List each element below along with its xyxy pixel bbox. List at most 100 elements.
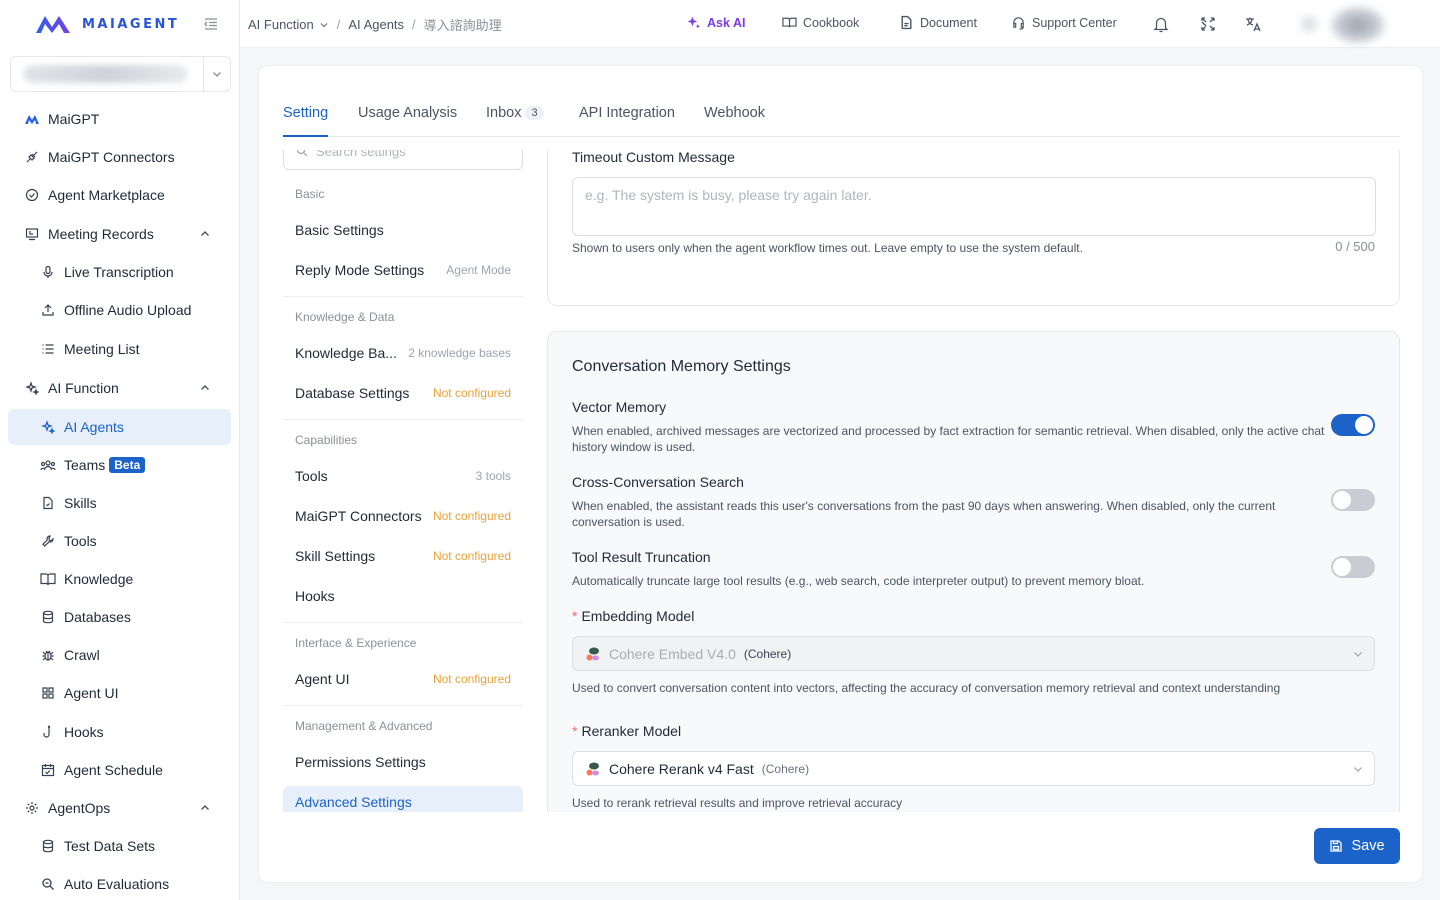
- chevron-up-icon[interactable]: [199, 382, 211, 394]
- sparkle-icon: [687, 16, 700, 29]
- sidebar-item-label: Crawl: [64, 647, 100, 663]
- timeout-message-textarea[interactable]: e.g. The system is busy, please try agai…: [572, 177, 1376, 236]
- settings-item-reply-mode[interactable]: Reply Mode Settings Agent Mode: [283, 254, 523, 286]
- sidebar-item-label: Meeting Records: [48, 226, 154, 242]
- avatar[interactable]: [1330, 6, 1386, 44]
- sidebar-item-label: Agent Marketplace: [48, 187, 165, 203]
- sidebar-item-teams[interactable]: Teams Beta: [8, 447, 231, 483]
- chevron-down-icon: [1354, 767, 1362, 772]
- chevron-up-icon[interactable]: [199, 228, 211, 240]
- reranker-model-select[interactable]: Cohere Rerank v4 Fast (Cohere): [572, 751, 1375, 786]
- sidebar-item-databases[interactable]: Databases: [8, 599, 231, 635]
- sidebar-item-label: AI Agents: [64, 419, 124, 435]
- tool-truncation-desc: Automatically truncate large tool result…: [572, 574, 1145, 588]
- settings-item-basic-settings[interactable]: Basic Settings: [283, 214, 523, 246]
- sidebar-item-maigpt[interactable]: MaiGPT: [8, 101, 231, 137]
- organization-select[interactable]: [10, 56, 231, 92]
- sidebar-item-crawl[interactable]: Crawl: [8, 637, 231, 673]
- search-placeholder: Search settings: [316, 150, 406, 159]
- chevron-up-icon[interactable]: [199, 802, 211, 814]
- item-meta: Not configured: [432, 672, 511, 686]
- required-mark: *: [572, 723, 578, 739]
- sidebar-item-offline-audio-upload[interactable]: Offline Audio Upload: [8, 292, 231, 328]
- agentops-icon: [24, 800, 40, 816]
- item-label: Reply Mode Settings: [295, 262, 425, 278]
- vector-memory-toggle[interactable]: [1331, 414, 1375, 436]
- save-button[interactable]: Save: [1314, 828, 1400, 864]
- support-center-link[interactable]: Support Center: [1011, 15, 1117, 30]
- collapse-sidebar-icon[interactable]: [203, 16, 219, 32]
- sidebar-item-label: Teams: [64, 457, 106, 473]
- sidebar-item-test-data-sets[interactable]: Test Data Sets: [8, 828, 231, 864]
- chevron-down-icon[interactable]: [203, 57, 230, 91]
- cross-conversation-toggle[interactable]: [1331, 489, 1375, 511]
- sidebar-item-tools[interactable]: Tools: [8, 523, 231, 559]
- breadcrumb-item[interactable]: AI Agents: [348, 17, 404, 32]
- sidebar-item-skills[interactable]: Skills: [8, 485, 231, 521]
- bell-icon[interactable]: [1152, 15, 1170, 33]
- tool-truncation-toggle[interactable]: [1331, 556, 1375, 578]
- sidebar-item-meeting-list[interactable]: Meeting List: [8, 331, 231, 367]
- group-capabilities: Capabilities: [295, 433, 358, 447]
- settings-content: Timeout Custom Message e.g. The system i…: [547, 150, 1400, 812]
- sidebar-item-knowledge[interactable]: Knowledge: [8, 561, 231, 597]
- breadcrumb-separator: /: [412, 17, 416, 32]
- wrench-icon: [40, 533, 56, 549]
- cohere-logo-icon: [586, 647, 599, 660]
- hook-icon: [40, 724, 56, 740]
- breadcrumb-separator: /: [336, 17, 341, 32]
- item-label: Basic Settings: [295, 222, 384, 238]
- settings-item-knowledge-bases[interactable]: Knowledge Ba... 2 knowledge bases: [283, 337, 523, 369]
- settings-item-skill-settings[interactable]: Skill Settings Not configured: [283, 540, 523, 572]
- organization-name-blurred: [23, 65, 188, 83]
- sidebar-item-agent-ui[interactable]: Agent UI: [8, 675, 231, 711]
- item-meta: Agent Mode: [446, 263, 511, 277]
- settings-item-hooks[interactable]: Hooks: [283, 580, 523, 612]
- divider: [283, 705, 523, 706]
- document-link[interactable]: Document: [899, 15, 977, 30]
- sidebar-item-agent-schedule[interactable]: Agent Schedule: [8, 752, 231, 788]
- settings-item-agent-ui[interactable]: Agent UI Not configured: [283, 663, 523, 695]
- settings-search-input[interactable]: Search settings: [283, 150, 523, 170]
- sidebar-item-agent-marketplace[interactable]: Agent Marketplace: [8, 177, 231, 213]
- breadcrumb-item[interactable]: AI Function: [248, 17, 314, 32]
- section-title: Conversation Memory Settings: [572, 358, 791, 375]
- logo[interactable]: MAIAGENT: [0, 0, 239, 48]
- tab-api-integration[interactable]: API Integration: [579, 105, 675, 137]
- sidebar-item-hooks[interactable]: Hooks: [8, 714, 231, 750]
- embedding-model-select[interactable]: Cohere Embed V4.0 (Cohere): [572, 636, 1375, 671]
- tab-setting[interactable]: Setting: [283, 105, 329, 137]
- breadcrumb-current: 導入諮詢助理: [423, 18, 502, 33]
- settings-item-tools[interactable]: Tools 3 tools: [283, 460, 523, 492]
- sparkle-icon: [40, 419, 56, 435]
- settings-nav: Search settings Basic Basic Settings Rep…: [283, 150, 523, 812]
- tab-webhook[interactable]: Webhook: [704, 105, 765, 137]
- tab-inbox[interactable]: Inbox 3: [486, 105, 544, 137]
- cookbook-link[interactable]: Cookbook: [782, 15, 859, 30]
- settings-item-permissions[interactable]: Permissions Settings: [283, 746, 523, 778]
- sidebar-item-meeting-records[interactable]: Meeting Records: [8, 216, 231, 252]
- sidebar-item-ai-agents[interactable]: AI Agents: [8, 409, 231, 445]
- calendar-icon: [40, 762, 56, 778]
- translate-icon[interactable]: [1244, 15, 1262, 33]
- settings-item-database-settings[interactable]: Database Settings Not configured: [283, 377, 523, 409]
- sidebar-item-label: Hooks: [64, 724, 104, 740]
- sidebar-item-auto-evaluations[interactable]: Auto Evaluations: [8, 866, 231, 900]
- sidebar-item-ai-function[interactable]: AI Function: [8, 370, 231, 406]
- settings-item-maigpt-connectors[interactable]: MaiGPT Connectors Not configured: [283, 500, 523, 532]
- settings-item-advanced-settings[interactable]: Advanced Settings: [283, 786, 523, 812]
- group-interface-experience: Interface & Experience: [295, 636, 417, 650]
- sidebar-item-agentops[interactable]: AgentOps: [8, 790, 231, 826]
- sidebar-item-label: AgentOps: [48, 800, 111, 816]
- tab-usage-analysis[interactable]: Usage Analysis: [358, 105, 457, 137]
- item-label: Permissions Settings: [295, 754, 426, 770]
- sidebar-item-maigpt-connectors[interactable]: MaiGPT Connectors: [8, 139, 231, 175]
- fullscreen-icon[interactable]: [1199, 15, 1217, 33]
- sidebar-item-live-transcription[interactable]: Live Transcription: [8, 254, 231, 290]
- document-label: Document: [920, 15, 977, 30]
- chevron-down-icon[interactable]: [319, 20, 329, 30]
- timeout-help-text: Shown to users only when the agent workf…: [572, 241, 1083, 255]
- sidebar-item-label: Auto Evaluations: [64, 876, 170, 892]
- item-meta: Not configured: [432, 386, 511, 400]
- ask-ai-button[interactable]: Ask AI: [686, 15, 745, 30]
